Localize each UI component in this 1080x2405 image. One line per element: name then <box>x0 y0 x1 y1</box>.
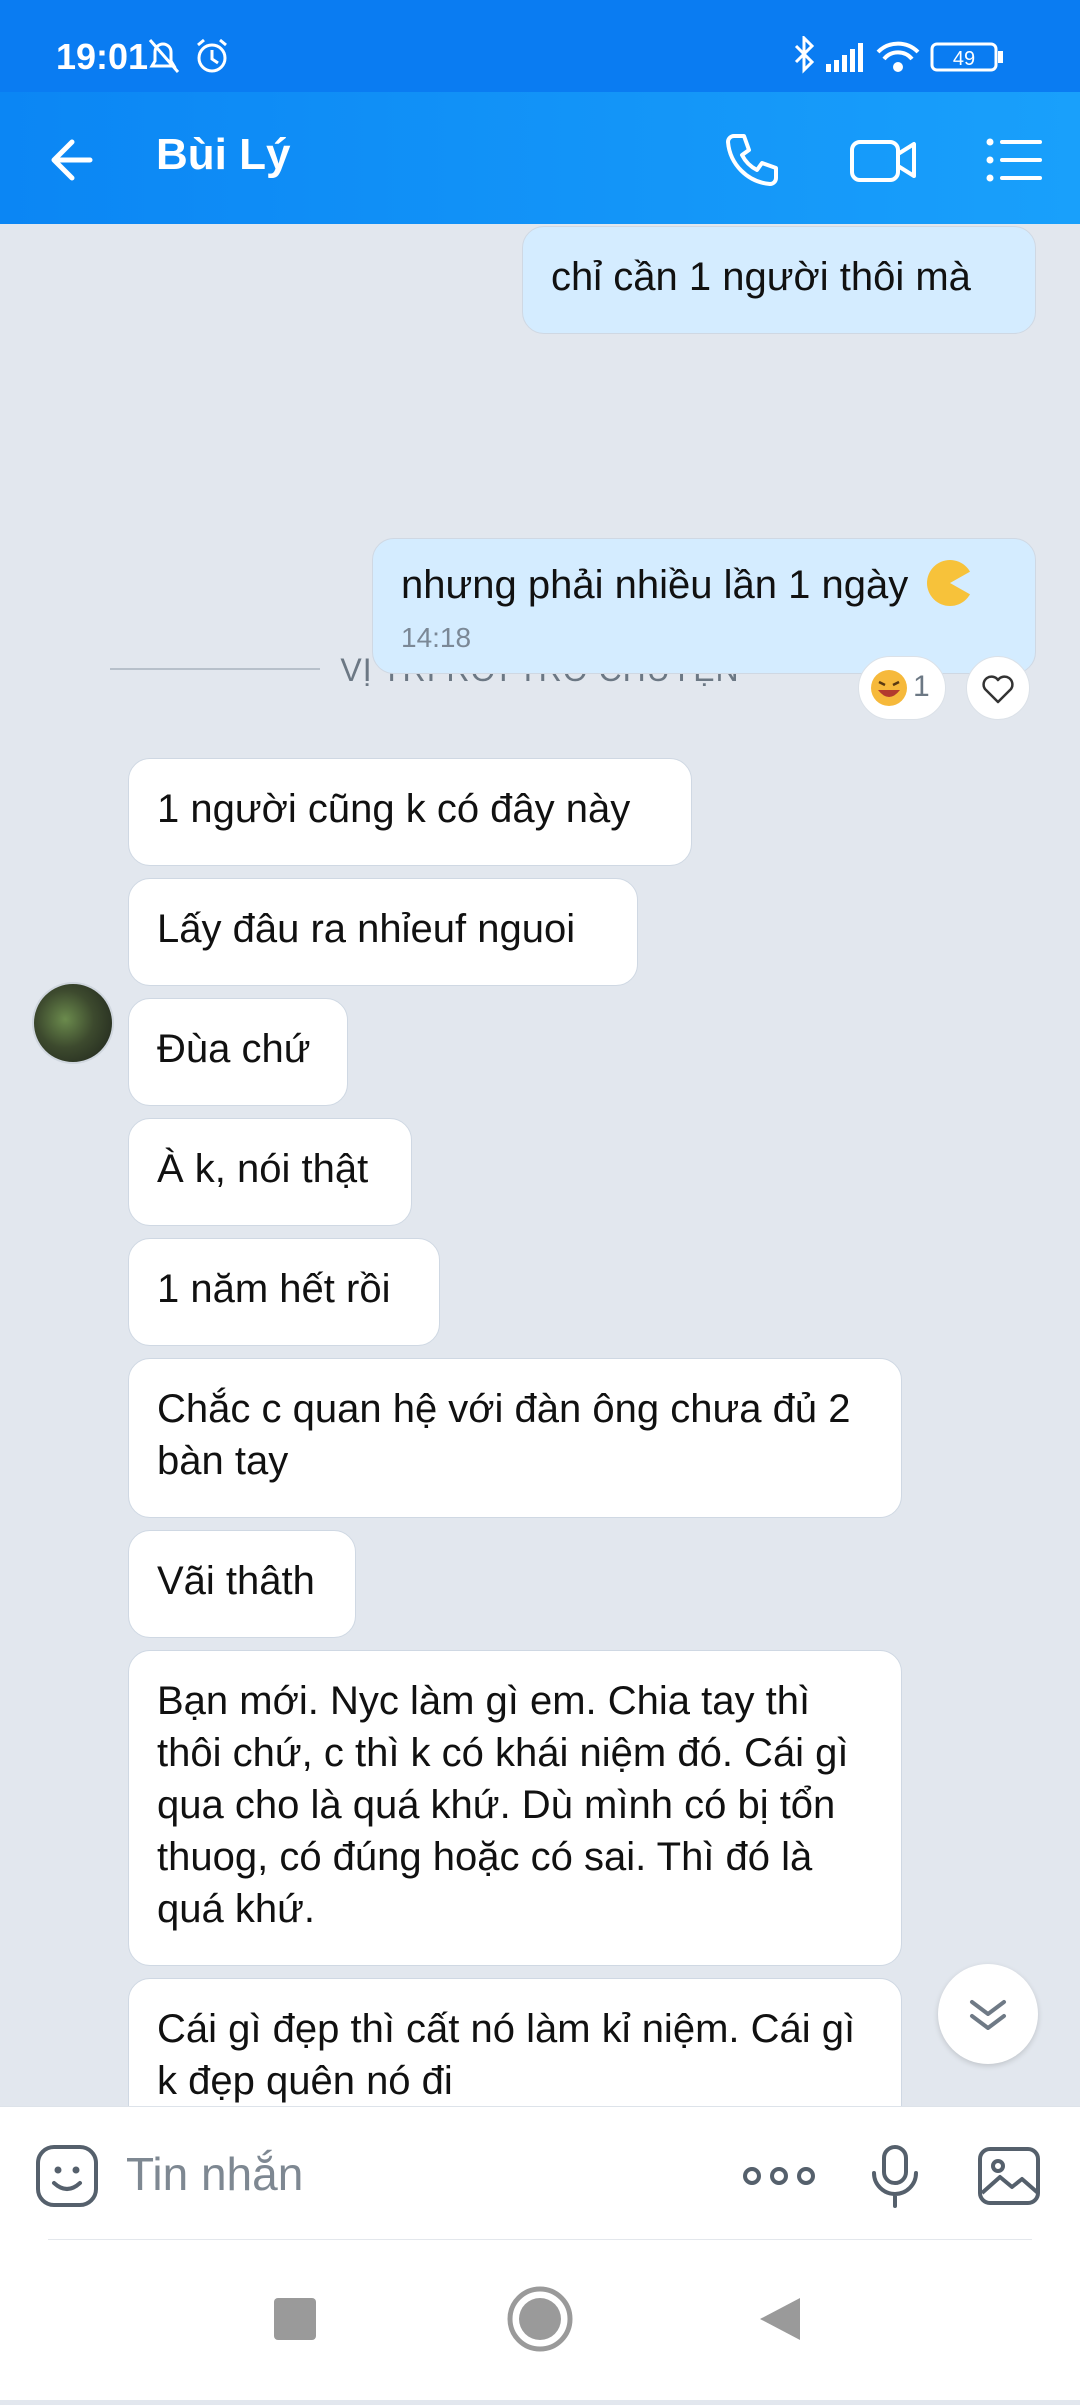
message-text: 1 năm hết rồi <box>157 1267 391 1311</box>
message-bubble-received[interactable]: Vãi thâth <box>128 1530 356 1638</box>
message-bubble-sent[interactable]: nhưng phải nhiều lần 1 ngày 14:18 <box>372 538 1036 674</box>
signal-icon <box>826 43 863 72</box>
back-nav-icon[interactable] <box>760 2298 800 2340</box>
heart-icon <box>982 675 1014 704</box>
battery-level: 49 <box>953 48 975 70</box>
menu-button[interactable] <box>982 128 1046 192</box>
status-icons-left <box>146 36 236 81</box>
voice-record-button[interactable] <box>862 2143 928 2209</box>
wifi-icon <box>876 41 920 72</box>
image-icon <box>978 2147 1040 2205</box>
message-text: Đùa chứ <box>157 1027 311 1071</box>
more-dots-icon <box>743 2167 815 2185</box>
message-text: À k, nói thật <box>157 1147 369 1191</box>
sticker-smile-icon <box>36 2145 98 2207</box>
back-arrow-icon <box>51 139 93 181</box>
voice-call-button[interactable] <box>720 128 784 192</box>
video-camera-icon <box>850 140 916 182</box>
message-input-bar: Tin nhắn <box>0 2106 1080 2241</box>
microphone-icon <box>872 2145 918 2208</box>
phone-icon <box>726 134 778 186</box>
message-text: Bạn mới. Nyc làm gì em. Chia tay thì thô… <box>157 1679 849 1931</box>
status-icons-right: 49 <box>790 34 1020 81</box>
recent-apps-icon[interactable] <box>274 2298 316 2340</box>
message-bubble-received[interactable]: À k, nói thật <box>128 1118 412 1226</box>
emoji-pacman-icon <box>927 560 974 607</box>
scroll-to-bottom-button[interactable] <box>938 1964 1038 2064</box>
status-time: 19:01 <box>56 36 149 77</box>
message-text: Lấy đâu ra nhỉeuf nguoi <box>157 907 576 951</box>
gallery-button[interactable] <box>976 2143 1042 2209</box>
video-call-button[interactable] <box>848 128 920 192</box>
system-navigation-bar <box>0 2240 1080 2400</box>
message-text: Cái gì đẹp thì cất nó làm kỉ niệm. Cái g… <box>157 2007 856 2103</box>
chat-header: Bùi Lý <box>0 92 1080 224</box>
reaction-count: 1 <box>913 670 930 703</box>
message-text: Vãi thâth <box>157 1559 315 1603</box>
contact-name[interactable]: Bùi Lý <box>156 130 290 180</box>
sticker-button[interactable] <box>34 2143 100 2209</box>
message-bubble-received[interactable]: Lấy đâu ra nhỉeuf nguoi <box>128 878 638 986</box>
bluetooth-icon <box>794 34 815 74</box>
more-button[interactable] <box>740 2143 818 2209</box>
message-input[interactable]: Tin nhắn <box>126 2147 303 2201</box>
message-bubble-received[interactable]: Bạn mới. Nyc làm gì em. Chia tay thì thô… <box>128 1650 902 1966</box>
muted-bell-icon <box>148 39 180 73</box>
message-bubble-received[interactable]: Chắc c quan hệ với đàn ông chưa đủ 2 bàn… <box>128 1358 902 1518</box>
alarm-icon <box>197 38 227 73</box>
back-button[interactable] <box>44 128 108 192</box>
message-bubble-received[interactable]: 1 người cũng k có đây này <box>128 758 692 866</box>
message-bubble-received[interactable]: Cái gì đẹp thì cất nó làm kỉ niệm. Cái g… <box>128 1978 902 2106</box>
message-bubble-received[interactable]: 1 năm hết rồi <box>128 1238 440 1346</box>
message-text: nhưng phải nhiều lần 1 ngày <box>401 563 909 607</box>
reaction-chip[interactable]: 1 <box>858 656 946 720</box>
message-bubble-sent[interactable]: chỉ cần 1 người thôi mà <box>522 226 1036 334</box>
status-bar: 19:01 49 <box>0 0 1080 92</box>
message-list[interactable]: chỉ cần 1 người thôi mà VỊ TRÍ RỜI TRÒ C… <box>0 224 1080 2106</box>
laughing-emoji-icon <box>871 670 907 706</box>
list-menu-icon <box>986 138 1042 182</box>
message-bubble-received[interactable]: Đùa chứ <box>128 998 348 1106</box>
like-button[interactable] <box>966 656 1030 720</box>
double-chevron-down-icon <box>970 2000 1006 2030</box>
message-text: 1 người cũng k có đây này <box>157 787 631 831</box>
message-time: 14:18 <box>401 622 472 653</box>
avatar[interactable] <box>32 982 114 1064</box>
home-icon[interactable] <box>507 2286 573 2352</box>
message-text: Chắc c quan hệ với đàn ông chưa đủ 2 bàn… <box>157 1387 851 1483</box>
message-text: chỉ cần 1 người thôi mà <box>551 255 971 299</box>
